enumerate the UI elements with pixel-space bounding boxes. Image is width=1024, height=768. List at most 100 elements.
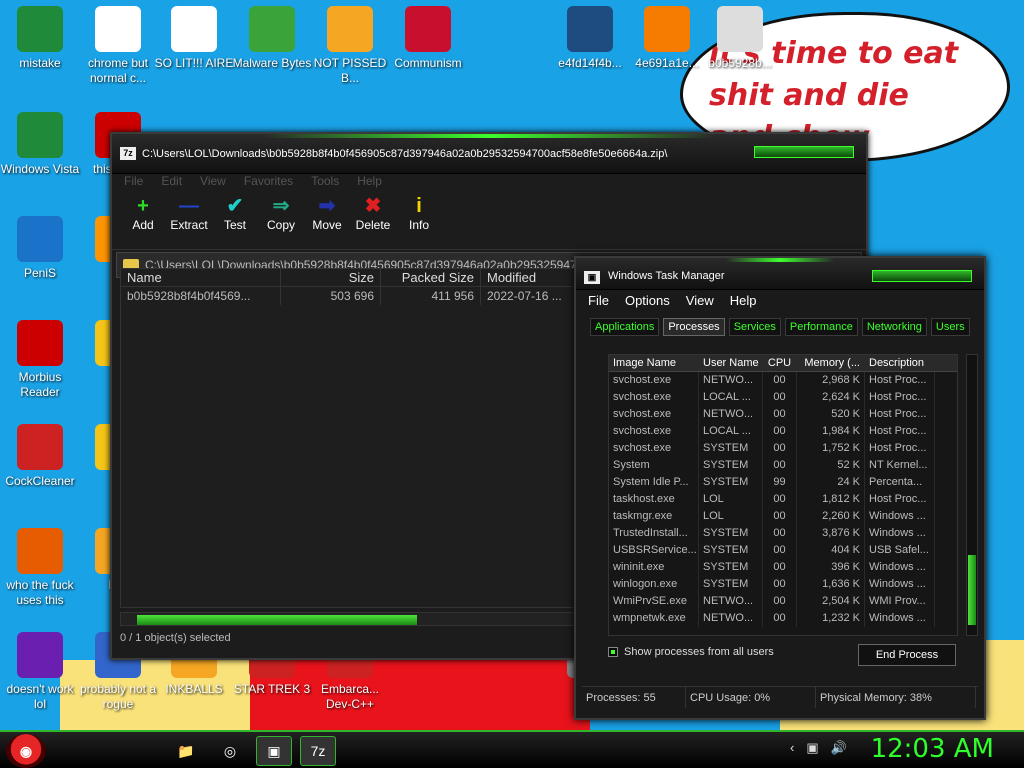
process-user: NETWO... [699, 372, 763, 389]
extract-button[interactable]: — Extract [168, 190, 210, 249]
window-controls[interactable] [754, 146, 854, 158]
process-row[interactable]: winlogon.exe SYSTEM 00 1,636 K Windows ... [609, 576, 957, 593]
show-all-users[interactable]: Show processes from all users [608, 646, 774, 658]
col-memory[interactable]: Memory (... [797, 355, 865, 371]
desktop-icon-label: Malware Bytes [232, 56, 312, 70]
process-row[interactable]: wininit.exe SYSTEM 00 396 K Windows ... [609, 559, 957, 576]
desktop-icon[interactable]: who the fuck uses this [0, 528, 80, 608]
desktop-icon-label: doesn't work lol [6, 682, 74, 711]
desktop-icon[interactable]: PeniS [0, 216, 80, 281]
tab-services[interactable]: Services [728, 318, 781, 336]
winamp-icon [17, 528, 63, 574]
column-size[interactable]: Size [281, 269, 381, 286]
task-manager-window[interactable]: ▣ Windows Task Manager File Options View He… [574, 256, 986, 720]
col-description[interactable]: Description [865, 355, 935, 371]
desktop-icon[interactable]: doesn't work lol [0, 632, 80, 712]
tm-menu-item[interactable]: Help [730, 290, 757, 312]
desktop-icon[interactable]: 4e691a1e... [627, 6, 707, 71]
test-button[interactable]: ✔ Test [214, 190, 256, 249]
tab-applications[interactable]: Applications [590, 318, 660, 336]
tm-menu-item[interactable]: File [588, 290, 609, 312]
process-row[interactable]: USBSRService... SYSTEM 00 404 K USB Safel... [609, 542, 957, 559]
process-memory: 2,260 K [797, 508, 865, 525]
window-controls[interactable] [872, 270, 972, 282]
chevron-icon[interactable]: ‹ [790, 740, 794, 756]
info-button[interactable]: i Info [398, 190, 440, 249]
process-row[interactable]: wmpnetwk.exe NETWO... 00 1,232 K Windows ... [609, 610, 957, 627]
sevenzip-titlebar[interactable]: 7z C:\Users\LOL\Downloads\b0b5928b8f4b0f… [112, 134, 866, 174]
process-row[interactable]: svchost.exe LOCAL ... 00 1,984 K Host Proc..… [609, 423, 957, 440]
end-process-button[interactable]: End Process [858, 644, 956, 666]
menu-item[interactable]: File [124, 174, 143, 188]
7zip-icon[interactable]: 7z [300, 736, 336, 766]
process-list: Image Name User Name CPU Memory (... Des… [608, 354, 958, 636]
column-packed-size[interactable]: Packed Size [381, 269, 481, 286]
desktop-icon-label: mistake [19, 56, 61, 70]
tm-titlebar[interactable]: ▣ Windows Task Manager [576, 258, 984, 290]
desktop-icon[interactable]: Windows Vista [0, 112, 80, 177]
process-row[interactable]: System SYSTEM 00 52 K NT Kernel... [609, 457, 957, 474]
desktop-icon[interactable]: Communism [388, 6, 468, 71]
process-memory: 3,876 K [797, 525, 865, 542]
move-button[interactable]: ➡ Move [306, 190, 348, 249]
process-memory: 1,636 K [797, 576, 865, 593]
process-row[interactable]: svchost.exe NETWO... 00 520 K Host Proc... [609, 406, 957, 423]
tm-menu-item[interactable]: Options [625, 290, 670, 312]
process-row[interactable]: svchost.exe LOCAL ... 00 2,624 K Host Proc..… [609, 389, 957, 406]
desktop-icon-label: PeniS [23, 266, 57, 280]
tm-menu-item[interactable]: View [686, 290, 714, 312]
vertical-scrollbar[interactable] [966, 354, 978, 636]
desktop-icon[interactable]: Morbius Reader [0, 320, 80, 400]
tab-users[interactable]: Users [930, 318, 970, 336]
menu-item[interactable]: Tools [311, 174, 339, 188]
clock[interactable]: 12:03 AM [871, 734, 994, 764]
desktop-icon[interactable]: NOT PISSED B... [310, 6, 390, 86]
desktop-icon[interactable]: CockCleaner [0, 424, 80, 489]
status-processes: Processes: 55 [582, 687, 686, 708]
desktop-icon[interactable]: chrome but normal c... [78, 6, 158, 86]
process-cpu: 00 [763, 542, 797, 559]
process-row[interactable]: svchost.exe SYSTEM 00 1,752 K Host Proc... [609, 440, 957, 457]
delete-button[interactable]: ✖ Delete [352, 190, 394, 249]
desktop-icon[interactable]: SO LIT!!! AIRE [154, 6, 234, 71]
menu-item[interactable]: Favorites [244, 174, 293, 188]
menu-item[interactable]: View [200, 174, 226, 188]
process-row[interactable]: svchost.exe NETWO... 00 2,968 K Host Proc... [609, 372, 957, 389]
chrome-icon[interactable]: ◎ [212, 736, 248, 766]
process-row[interactable]: taskhost.exe LOL 00 1,812 K Host Proc... [609, 491, 957, 508]
explorer-icon[interactable]: 📁 [168, 736, 204, 766]
copy-button[interactable]: ⇒ Copy [260, 190, 302, 249]
desktop-icon[interactable]: mistake [0, 6, 80, 71]
menu-item[interactable]: Help [357, 174, 382, 188]
process-row[interactable]: taskmgr.exe LOL 00 2,260 K Windows ... [609, 508, 957, 525]
process-image: svchost.exe [609, 389, 699, 406]
col-cpu[interactable]: CPU [763, 355, 797, 371]
tab-networking[interactable]: Networking [861, 318, 927, 336]
col-user-name[interactable]: User Name [699, 355, 763, 371]
process-cpu: 00 [763, 406, 797, 423]
titlebar-accent [726, 258, 834, 262]
column-name[interactable]: Name [121, 269, 281, 286]
process-desc: Windows ... [865, 508, 935, 525]
menu-item[interactable]: Edit [161, 174, 182, 188]
process-cpu: 00 [763, 491, 797, 508]
pdf-icon [17, 320, 63, 366]
info-icon: i [416, 195, 422, 217]
process-row[interactable]: TrustedInstall... SYSTEM 00 3,876 K Windows … [609, 525, 957, 542]
tab-processes[interactable]: Processes [663, 318, 725, 336]
task-manager-icon[interactable]: ▣ [256, 736, 292, 766]
volume-icon[interactable]: 🔊 [831, 740, 847, 756]
network-icon[interactable]: ▣ [806, 740, 818, 756]
add-button[interactable]: + Add [122, 190, 164, 249]
process-row[interactable]: System Idle P... SYSTEM 99 24 K Percenta... [609, 474, 957, 491]
show-all-checkbox[interactable] [608, 647, 618, 657]
desktop-icon[interactable]: Malware Bytes [232, 6, 312, 71]
scroll-thumb[interactable] [968, 555, 976, 625]
tab-performance[interactable]: Performance [784, 318, 858, 336]
col-image-name[interactable]: Image Name [609, 355, 699, 371]
desktop-icon[interactable]: b0b5928b... [700, 6, 780, 71]
desktop-icon[interactable]: e4fd14f4b... [550, 6, 630, 71]
start-button[interactable]: ◉ [6, 734, 46, 768]
scroll-thumb[interactable] [137, 615, 417, 625]
process-row[interactable]: WmiPrvSE.exe NETWO... 00 2,504 K WMI Prov... [609, 593, 957, 610]
